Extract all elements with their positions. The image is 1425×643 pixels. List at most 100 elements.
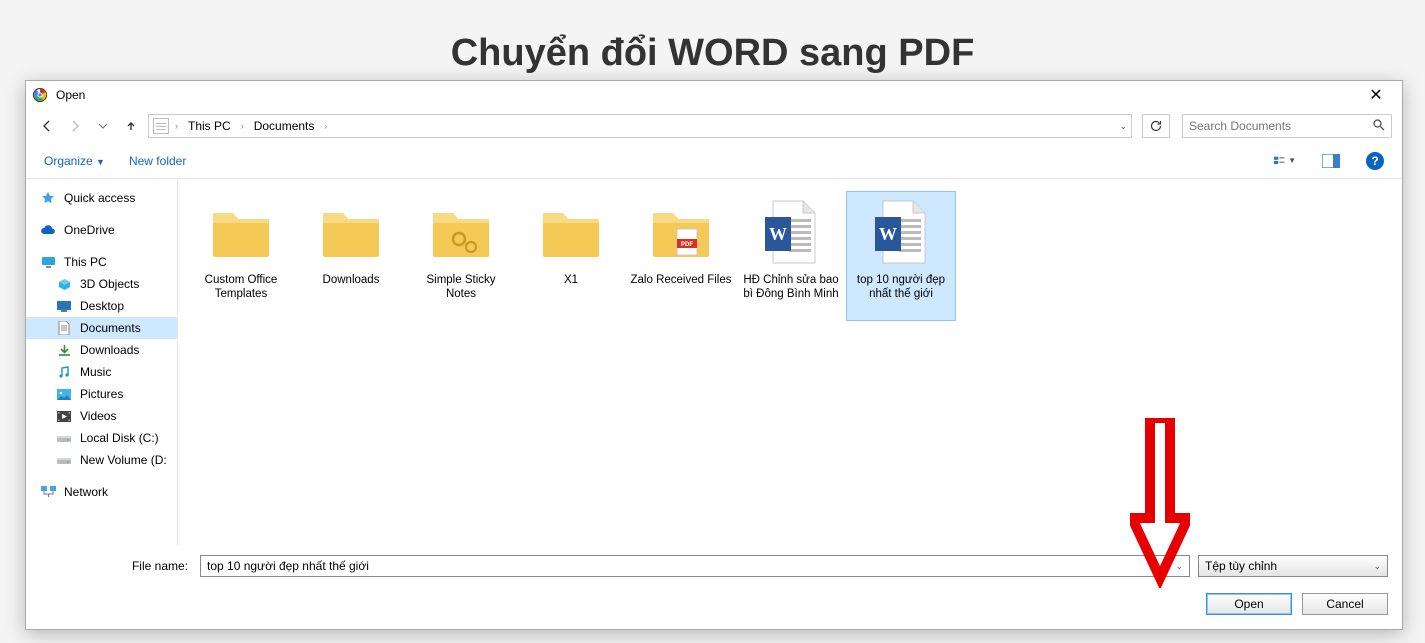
- help-button[interactable]: ?: [1366, 152, 1384, 170]
- document-icon: [56, 320, 72, 336]
- drive-icon: [56, 452, 72, 468]
- word-icon: W: [759, 197, 823, 267]
- sidebar-label: Pictures: [80, 387, 123, 401]
- titlebar: Open ✕: [26, 81, 1402, 109]
- file-label: Zalo Received Files: [631, 273, 732, 287]
- sidebar-music[interactable]: Music: [26, 361, 177, 383]
- sidebar-network[interactable]: Network: [26, 481, 177, 503]
- file-item[interactable]: W HĐ Chỉnh sửa bao bì Đông Bình Minh: [736, 191, 846, 321]
- svg-text:W: W: [879, 224, 897, 244]
- monitor-icon: [40, 254, 56, 270]
- toolbar: Organize ▼ New folder ▼ ?: [26, 143, 1402, 179]
- network-icon: [40, 484, 56, 500]
- sidebar-videos[interactable]: Videos: [26, 405, 177, 427]
- file-item[interactable]: W top 10 người đẹp nhất thế giới: [846, 191, 956, 321]
- dialog-title: Open: [56, 88, 1356, 102]
- sidebar: Quick access OneDrive This PC 3D Objects…: [26, 179, 178, 545]
- folder-icon: [319, 197, 383, 267]
- open-button[interactable]: Open: [1206, 593, 1292, 615]
- svg-text:W: W: [769, 224, 787, 244]
- sidebar-quick-access[interactable]: Quick access: [26, 187, 177, 209]
- nav-row: › This PC › Documents › ⌄: [26, 109, 1402, 143]
- filetype-select[interactable]: Tệp tùy chỉnh ⌄: [1198, 555, 1388, 577]
- filename-label: File name:: [128, 559, 188, 573]
- sidebar-desktop[interactable]: Desktop: [26, 295, 177, 317]
- footer: File name: ⌄ Tệp tùy chỉnh ⌄ Open Cancel: [26, 545, 1402, 629]
- filename-input[interactable]: [207, 559, 1175, 573]
- breadcrumb-documents[interactable]: Documents: [250, 119, 319, 133]
- breadcrumb-bar[interactable]: › This PC › Documents › ⌄: [148, 114, 1132, 138]
- chevron-right-icon: ›: [320, 121, 331, 131]
- chevron-down-icon: ▼: [96, 157, 105, 167]
- up-button[interactable]: [120, 115, 142, 137]
- sidebar-label: Videos: [80, 409, 116, 423]
- sidebar-label: Desktop: [80, 299, 124, 313]
- file-item[interactable]: Simple Sticky Notes: [406, 191, 516, 321]
- chevron-right-icon: ›: [171, 121, 182, 131]
- sidebar-onedrive[interactable]: OneDrive: [26, 219, 177, 241]
- sidebar-label: New Volume (D:: [80, 453, 167, 467]
- refresh-button[interactable]: [1142, 114, 1170, 138]
- drive-icon: [56, 430, 72, 446]
- file-item[interactable]: Custom Office Templates: [186, 191, 296, 321]
- sidebar-label: Documents: [80, 321, 141, 335]
- picture-icon: [56, 386, 72, 402]
- sidebar-label: Quick access: [64, 191, 135, 205]
- recent-dropdown[interactable]: [92, 115, 114, 137]
- dialog-body: Quick access OneDrive This PC 3D Objects…: [26, 179, 1402, 545]
- file-item[interactable]: X1: [516, 191, 626, 321]
- filetype-label: Tệp tùy chỉnh: [1205, 559, 1277, 573]
- back-button[interactable]: [36, 115, 58, 137]
- app-icon: [32, 87, 48, 103]
- forward-button[interactable]: [64, 115, 86, 137]
- video-icon: [56, 408, 72, 424]
- cancel-button[interactable]: Cancel: [1302, 593, 1388, 615]
- music-icon: [56, 364, 72, 380]
- organize-button[interactable]: Organize ▼: [44, 154, 105, 168]
- sidebar-local-disk-c[interactable]: Local Disk (C:): [26, 427, 177, 449]
- sidebar-downloads[interactable]: Downloads: [26, 339, 177, 361]
- file-label: HĐ Chỉnh sửa bao bì Đông Bình Minh: [740, 273, 842, 302]
- folder-pdf-icon: PDF: [649, 197, 713, 267]
- search-input[interactable]: [1189, 119, 1372, 133]
- sidebar-documents[interactable]: Documents: [26, 317, 177, 339]
- filename-combobox[interactable]: ⌄: [200, 555, 1190, 577]
- sidebar-label: 3D Objects: [80, 277, 139, 291]
- cloud-icon: [40, 222, 56, 238]
- file-grid: Custom Office Templates Downloads Simple…: [178, 179, 1402, 545]
- sidebar-label: Network: [64, 485, 108, 499]
- file-label: Simple Sticky Notes: [410, 273, 512, 302]
- folder-icon: [209, 197, 273, 267]
- word-icon: W: [869, 197, 933, 267]
- breadcrumb-this-pc[interactable]: This PC: [184, 119, 235, 133]
- sidebar-pictures[interactable]: Pictures: [26, 383, 177, 405]
- chevron-down-icon: ⌄: [1373, 561, 1381, 572]
- sidebar-label: Local Disk (C:): [80, 431, 159, 445]
- star-icon: [40, 190, 56, 206]
- file-label: Custom Office Templates: [190, 273, 292, 302]
- preview-pane-button[interactable]: [1320, 150, 1342, 172]
- sidebar-label: Downloads: [80, 343, 139, 357]
- sidebar-label: Music: [80, 365, 111, 379]
- new-folder-button[interactable]: New folder: [129, 154, 186, 168]
- sidebar-new-volume-d[interactable]: New Volume (D:: [26, 449, 177, 471]
- chevron-down-icon[interactable]: ⌄: [1175, 561, 1183, 572]
- file-item[interactable]: PDF Zalo Received Files: [626, 191, 736, 321]
- file-item[interactable]: Downloads: [296, 191, 406, 321]
- file-label: X1: [564, 273, 578, 287]
- sidebar-this-pc[interactable]: This PC: [26, 251, 177, 273]
- file-label: top 10 người đẹp nhất thế giới: [850, 273, 952, 302]
- desktop-icon: [56, 298, 72, 314]
- download-icon: [56, 342, 72, 358]
- open-dialog: Open ✕ › This PC › Documents › ⌄ Organiz…: [25, 80, 1403, 630]
- view-mode-button[interactable]: ▼: [1274, 150, 1296, 172]
- search-box[interactable]: [1182, 114, 1392, 138]
- chevron-right-icon: ›: [237, 121, 248, 131]
- sidebar-label: OneDrive: [64, 223, 115, 237]
- close-button[interactable]: ✕: [1356, 82, 1396, 108]
- chevron-down-icon[interactable]: ⌄: [1119, 121, 1127, 132]
- breadcrumb-root-icon: [153, 118, 169, 134]
- sidebar-3d-objects[interactable]: 3D Objects: [26, 273, 177, 295]
- file-label: Downloads: [323, 273, 380, 287]
- svg-text:PDF: PDF: [681, 242, 693, 248]
